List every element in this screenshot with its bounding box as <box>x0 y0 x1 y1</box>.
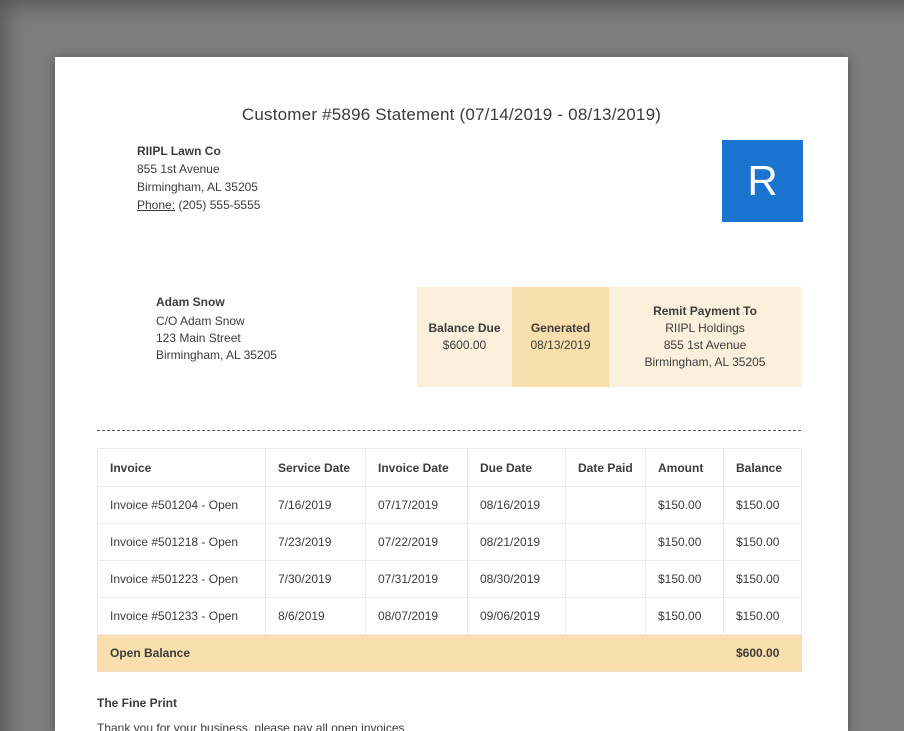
cell-due-date: 09/06/2019 <box>467 597 566 635</box>
cell-invoice: Invoice #501218 - Open <box>97 523 266 561</box>
cell-balance: $150.00 <box>723 597 802 635</box>
customer-care-of: C/O Adam Snow <box>156 314 245 328</box>
cell-date-paid <box>565 560 646 598</box>
table-row: Invoice #501218 - Open 7/23/2019 07/22/2… <box>97 523 802 561</box>
cell-amount: $150.00 <box>645 486 724 524</box>
cell-service-date: 7/30/2019 <box>265 560 366 598</box>
customer-info-block: Adam Snow C/O Adam Snow 123 Main Street … <box>156 294 277 364</box>
column-header-service-date: Service Date <box>265 448 366 487</box>
company-name: RIIPL Lawn Co <box>137 144 221 158</box>
fine-print-heading: The Fine Print <box>97 696 178 710</box>
customer-name: Adam Snow <box>156 295 225 309</box>
cell-amount: $150.00 <box>645 523 724 561</box>
generated-value: 08/13/2019 <box>530 338 591 352</box>
table-header-row: Invoice Service Date Invoice Date Due Da… <box>97 448 802 487</box>
cell-invoice: Invoice #501233 - Open <box>97 597 266 635</box>
cell-invoice-date: 07/31/2019 <box>365 560 468 598</box>
cell-invoice-date: 07/22/2019 <box>365 523 468 561</box>
company-info-block: RIIPL Lawn Co 855 1st Avenue Birmingham,… <box>137 142 260 214</box>
cell-service-date: 7/16/2019 <box>265 486 366 524</box>
balance-due-value: $600.00 <box>442 338 487 352</box>
open-balance-row: Open Balance $600.00 <box>97 634 802 672</box>
invoice-table: Invoice Service Date Invoice Date Due Da… <box>97 448 802 672</box>
remit-name: RIIPL Holdings <box>665 321 745 335</box>
remit-payment-box: Remit Payment To RIIPL Holdings 855 1st … <box>609 287 801 387</box>
summary-boxes: Balance Due $600.00 Generated 08/13/2019… <box>417 287 801 387</box>
column-header-amount: Amount <box>645 448 724 487</box>
customer-city: Birmingham, AL 35205 <box>156 348 277 362</box>
open-balance-label: Open Balance <box>97 634 724 672</box>
cell-balance: $150.00 <box>723 486 802 524</box>
remit-address2: Birmingham, AL 35205 <box>644 355 766 369</box>
statement-document: Customer #5896 Statement (07/14/2019 - 0… <box>55 57 848 731</box>
cell-invoice: Invoice #501204 - Open <box>97 486 266 524</box>
viewer-background: Customer #5896 Statement (07/14/2019 - 0… <box>0 0 904 731</box>
generated-box: Generated 08/13/2019 <box>512 287 609 387</box>
remit-label: Remit Payment To <box>653 304 757 318</box>
company-phone-line: Phone: (205) 555-5555 <box>137 196 260 214</box>
dashed-separator <box>97 430 801 431</box>
company-address-line1: 855 1st Avenue <box>137 162 220 176</box>
phone-label: Phone: <box>137 198 176 212</box>
generated-label: Generated <box>530 321 591 335</box>
page-title: Customer #5896 Statement (07/14/2019 - 0… <box>241 105 662 124</box>
cell-due-date: 08/16/2019 <box>467 486 566 524</box>
customer-street: 123 Main Street <box>156 331 241 345</box>
cell-invoice: Invoice #501223 - Open <box>97 560 266 598</box>
cell-amount: $150.00 <box>645 560 724 598</box>
column-header-invoice-date: Invoice Date <box>365 448 468 487</box>
balance-due-box: Balance Due $600.00 <box>417 287 512 387</box>
phone-number: (205) 555-5555 <box>178 198 261 212</box>
company-address-line2: Birmingham, AL 35205 <box>137 180 258 194</box>
cell-invoice-date: 08/07/2019 <box>365 597 468 635</box>
balance-due-label: Balance Due <box>428 321 501 335</box>
cell-date-paid <box>565 486 646 524</box>
column-header-date-paid: Date Paid <box>565 448 646 487</box>
table-row: Invoice #501223 - Open 7/30/2019 07/31/2… <box>97 560 802 598</box>
column-header-balance: Balance <box>723 448 802 487</box>
cell-balance: $150.00 <box>723 523 802 561</box>
cell-amount: $150.00 <box>645 597 724 635</box>
cell-date-paid <box>565 523 646 561</box>
cell-invoice-date: 07/17/2019 <box>365 486 468 524</box>
cell-date-paid <box>565 597 646 635</box>
cell-service-date: 8/6/2019 <box>265 597 366 635</box>
cell-balance: $150.00 <box>723 560 802 598</box>
logo-letter: R <box>747 157 778 204</box>
remit-address1: 855 1st Avenue <box>663 338 747 352</box>
cell-service-date: 7/23/2019 <box>265 523 366 561</box>
column-header-due-date: Due Date <box>467 448 566 487</box>
fine-print-text: Thank you for your business, please pay … <box>97 721 405 731</box>
column-header-invoice: Invoice <box>97 448 266 487</box>
table-row: Invoice #501233 - Open 8/6/2019 08/07/20… <box>97 597 802 635</box>
table-row: Invoice #501204 - Open 7/16/2019 07/17/2… <box>97 486 802 524</box>
company-logo: R <box>722 140 803 222</box>
cell-due-date: 08/21/2019 <box>467 523 566 561</box>
cell-due-date: 08/30/2019 <box>467 560 566 598</box>
open-balance-value: $600.00 <box>723 634 802 672</box>
